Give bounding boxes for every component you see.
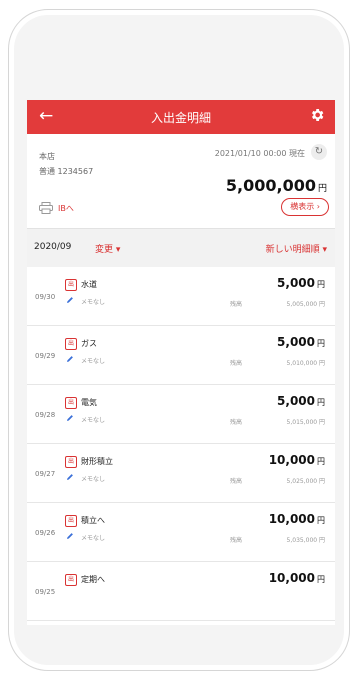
transaction-description: 財形積立 xyxy=(81,457,113,466)
amount-currency: 円 xyxy=(317,280,325,289)
refresh-icon[interactable]: ↻ xyxy=(311,144,327,160)
balance-label: 残高 xyxy=(230,419,243,426)
branch-name: 本店 xyxy=(39,152,55,161)
amount-currency: 円 xyxy=(317,398,325,407)
running-balance: 5,015,000 円 xyxy=(286,419,325,426)
account-balance: 5,000,000 円 xyxy=(226,176,327,195)
balance-currency: 円 xyxy=(317,184,327,194)
withdrawal-badge: 出 xyxy=(65,574,77,586)
transaction-row[interactable]: 09/29 出 ガス メモなし 5,000 円 残高 5,010,000 円 xyxy=(27,326,335,385)
amount-currency: 円 xyxy=(317,575,325,584)
transaction-date: 09/29 xyxy=(35,352,56,360)
amount-value: 5,000 xyxy=(277,276,315,290)
amount-currency: 円 xyxy=(317,457,325,466)
app-screen: ← 入出金明細 本店 普通 1234567 2021/01/10 00:00 現… xyxy=(27,100,335,625)
selected-month: 2020/09 xyxy=(34,242,72,252)
memo-text[interactable]: メモなし xyxy=(81,415,105,424)
pencil-icon[interactable] xyxy=(66,355,74,363)
filter-bar: 2020/09 変更 ▾ 新しい明細順 ▾ xyxy=(27,228,335,268)
withdrawal-badge: 出 xyxy=(65,279,77,291)
transaction-description: 定期へ xyxy=(81,575,105,584)
withdrawal-badge: 出 xyxy=(65,338,77,350)
memo-text[interactable]: メモなし xyxy=(81,297,105,306)
transaction-date: 09/27 xyxy=(35,470,56,478)
pencil-icon[interactable] xyxy=(66,414,74,422)
transaction-date: 09/30 xyxy=(35,293,56,301)
memo-text[interactable]: メモなし xyxy=(81,474,105,483)
pencil-icon[interactable] xyxy=(66,296,74,304)
transaction-amount: 10,000 円 xyxy=(269,453,325,467)
page-title: 入出金明細 xyxy=(150,111,211,125)
sort-order-dropdown[interactable]: 新しい明細順 ▾ xyxy=(266,242,327,255)
transaction-description: ガス xyxy=(81,339,97,348)
transaction-row[interactable]: 09/28 出 電気 メモなし 5,000 円 残高 5,015,000 円 xyxy=(27,385,335,444)
transaction-amount: 10,000 円 xyxy=(269,512,325,526)
balance-label: 残高 xyxy=(230,360,243,367)
transaction-amount: 5,000 円 xyxy=(277,335,325,349)
amount-currency: 円 xyxy=(317,516,325,525)
running-balance: 5,035,000 円 xyxy=(286,537,325,544)
withdrawal-badge: 出 xyxy=(65,397,77,409)
transaction-description: 水道 xyxy=(81,280,97,289)
balance-label: 残高 xyxy=(230,537,243,544)
pencil-icon[interactable] xyxy=(66,473,74,481)
transaction-amount: 5,000 円 xyxy=(277,276,325,290)
app-header: ← 入出金明細 xyxy=(27,100,335,134)
withdrawal-badge: 出 xyxy=(65,456,77,468)
balance-label: 残高 xyxy=(230,301,243,308)
amount-value: 5,000 xyxy=(277,394,315,408)
running-balance: 5,010,000 円 xyxy=(286,360,325,367)
memo-text[interactable]: メモなし xyxy=(81,356,105,365)
transaction-row[interactable]: 09/26 出 積立へ メモなし 10,000 円 残高 5,035,000 円 xyxy=(27,503,335,562)
landscape-view-button[interactable]: 横表示 › xyxy=(281,198,329,216)
balance-label: 残高 xyxy=(230,478,243,485)
change-month-dropdown[interactable]: 変更 ▾ xyxy=(95,242,120,255)
memo-text[interactable]: メモなし xyxy=(81,533,105,542)
ib-link[interactable]: IBへ xyxy=(58,203,74,214)
gear-icon[interactable] xyxy=(309,107,325,123)
as-of-datetime: 2021/01/10 00:00 現在 xyxy=(214,149,305,158)
amount-value: 10,000 xyxy=(268,453,315,467)
transaction-date: 09/25 xyxy=(35,588,56,596)
transaction-row[interactable]: 09/27 出 財形積立 メモなし 10,000 円 残高 5,025,000 円 xyxy=(27,444,335,503)
transaction-amount: 10,000 円 xyxy=(269,571,325,585)
printer-icon[interactable] xyxy=(39,202,53,214)
amount-value: 10,000 xyxy=(268,512,315,526)
transaction-date: 09/26 xyxy=(35,529,56,537)
transaction-description: 電気 xyxy=(81,398,97,407)
running-balance: 5,025,000 円 xyxy=(286,478,325,485)
amount-currency: 円 xyxy=(317,339,325,348)
balance-value: 5,000,000 xyxy=(225,176,316,195)
transaction-row[interactable]: 09/30 出 水道 メモなし 5,000 円 残高 5,005,000 円 xyxy=(27,267,335,326)
transaction-row[interactable]: 09/25 出 定期へ 10,000 円 xyxy=(27,562,335,621)
transaction-description: 積立へ xyxy=(81,516,105,525)
transaction-amount: 5,000 円 xyxy=(277,394,325,408)
transaction-date: 09/28 xyxy=(35,411,56,419)
pencil-icon[interactable] xyxy=(66,532,74,540)
account-number: 普通 1234567 xyxy=(39,167,94,176)
running-balance: 5,005,000 円 xyxy=(286,301,325,308)
amount-value: 10,000 xyxy=(268,571,315,585)
withdrawal-badge: 出 xyxy=(65,515,77,527)
amount-value: 5,000 xyxy=(277,335,315,349)
